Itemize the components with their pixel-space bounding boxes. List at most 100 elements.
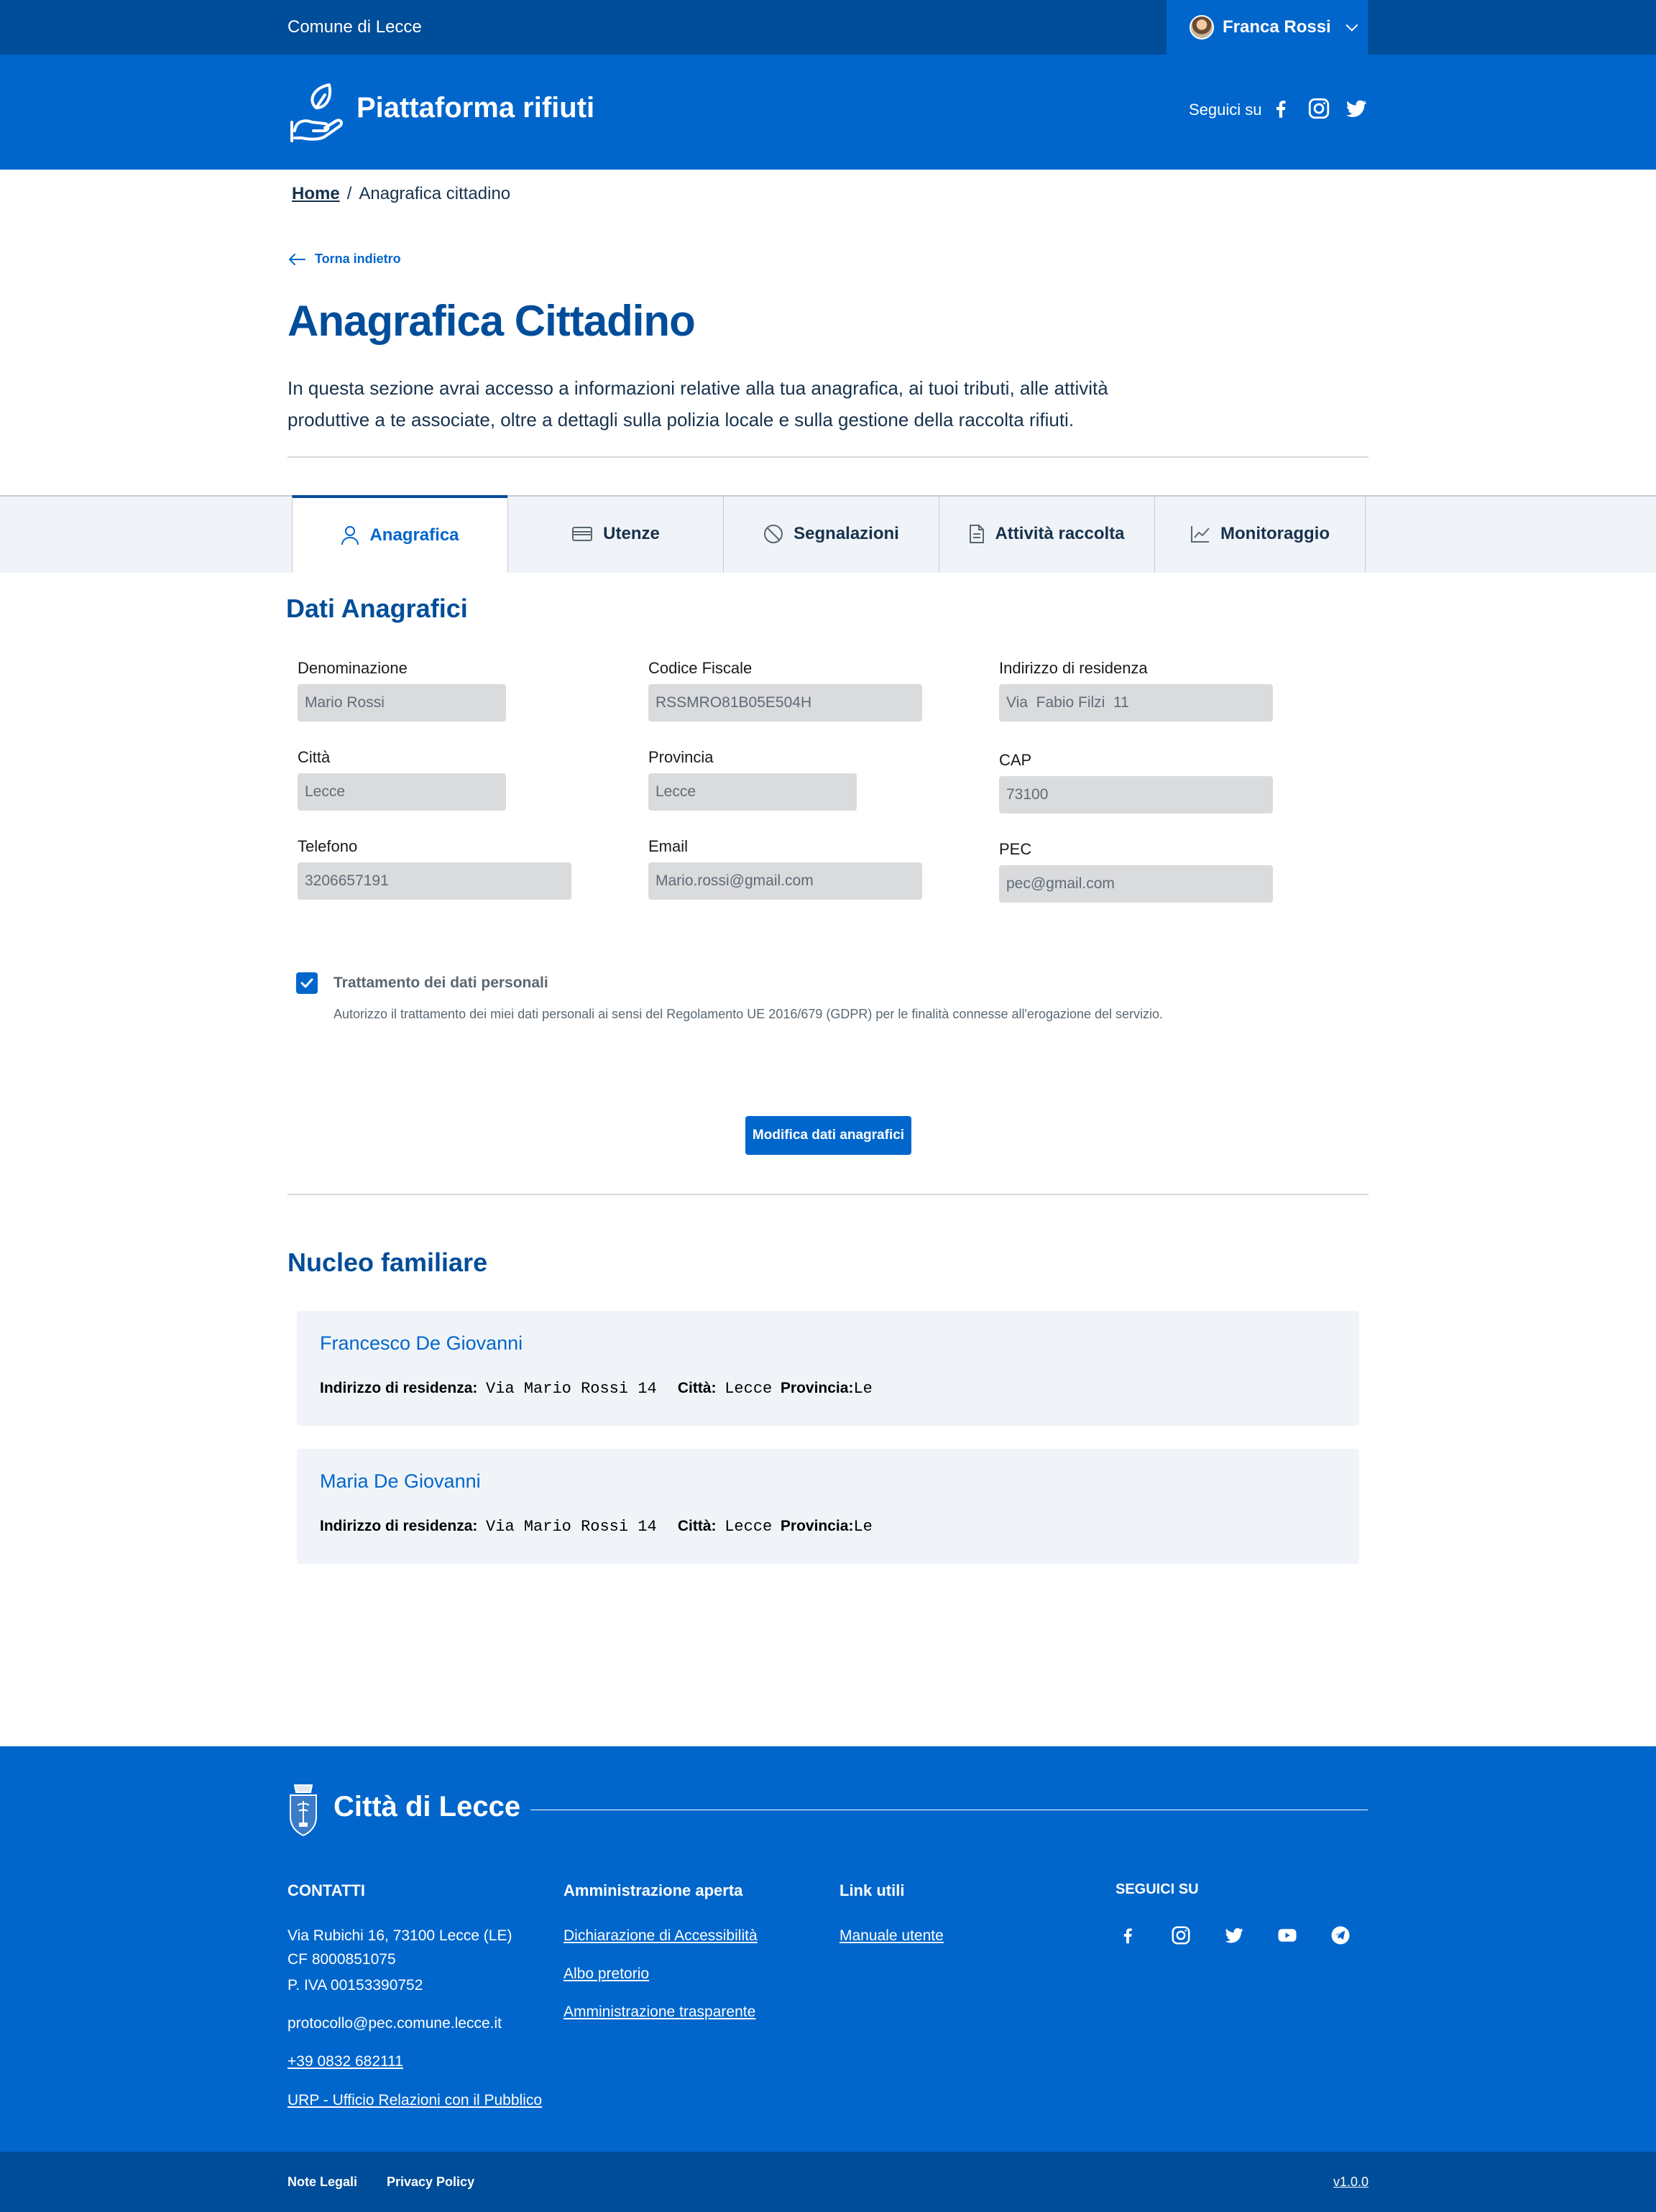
document-icon — [970, 525, 985, 543]
tab-utenze[interactable]: Utenze — [507, 495, 723, 573]
follow-label: Seguici su — [1189, 101, 1262, 119]
member-details: Indirizzo di residenza: Via Mario Rossi … — [320, 1380, 873, 1398]
back-link[interactable]: Torna indietro — [288, 252, 401, 267]
footer-bottom-bar: Note Legali Privacy Policy v1.0.0 — [0, 2152, 1656, 2212]
telegram-icon[interactable] — [1330, 1925, 1351, 1946]
telefono-input[interactable] — [298, 862, 571, 900]
version-link[interactable]: v1.0.0 — [1333, 2152, 1368, 2212]
org-name[interactable]: Comune di Lecce — [288, 0, 422, 55]
tab-attivita-raccolta[interactable]: Attività raccolta — [939, 495, 1154, 573]
citta-label: Città — [298, 748, 331, 766]
footer-link-accessibilita[interactable]: Dichiarazione di Accessibilità — [564, 1927, 758, 1945]
member-city: Lecce — [724, 1518, 773, 1536]
cap-input[interactable] — [999, 776, 1273, 814]
footer-title: Città di Lecce — [334, 1791, 521, 1822]
footer-address: Via Rubichi 16, 73100 Lecce (LE) — [288, 1927, 512, 1944]
footer-cf: CF 8000851075 — [288, 1951, 396, 1968]
tab-label: Anagrafica — [369, 525, 459, 545]
check-icon — [300, 978, 313, 988]
tab-monitoraggio[interactable]: Monitoraggio — [1154, 495, 1366, 573]
arrow-left-icon — [289, 253, 305, 265]
city-label: Città: — [677, 1518, 717, 1534]
footer-heading-link-utili: Link utili — [840, 1881, 905, 1899]
footer-heading-seguici: SEGUICI SU — [1116, 1881, 1199, 1897]
footer-heading-amministrazione: Amministrazione aperta — [564, 1881, 743, 1899]
citta-input[interactable] — [298, 773, 506, 811]
consent-checkbox[interactable] — [296, 972, 318, 994]
email-label: Email — [648, 837, 689, 855]
province-label: Provincia: — [780, 1380, 854, 1396]
codice-fiscale-input[interactable] — [648, 684, 922, 722]
member-address: Via Mario Rossi 14 — [486, 1380, 657, 1398]
footer-link-trasparente[interactable]: Amministrazione trasparente — [564, 2004, 755, 2021]
facebook-icon[interactable] — [1269, 96, 1293, 121]
footer-heading-contatti: CONTATTI — [288, 1881, 365, 1899]
member-province: Le — [853, 1518, 873, 1536]
member-name[interactable]: Francesco De Giovanni — [320, 1332, 523, 1355]
ban-icon — [764, 525, 783, 543]
codice-fiscale-label: Codice Fiscale — [648, 659, 753, 677]
indirizzo-input[interactable] — [999, 684, 1273, 722]
user-menu-button[interactable]: Franca Rossi — [1167, 0, 1368, 55]
instagram-icon[interactable] — [1170, 1925, 1192, 1946]
twitter-icon[interactable] — [1344, 96, 1368, 121]
user-name: Franca Rossi — [1223, 17, 1331, 37]
edit-personal-data-button[interactable]: Modifica dati anagrafici — [745, 1116, 911, 1155]
member-city: Lecce — [724, 1380, 773, 1398]
privacy-policy-link[interactable]: Privacy Policy — [387, 2152, 474, 2212]
address-label: Indirizzo di residenza: — [320, 1518, 478, 1534]
member-address: Via Mario Rossi 14 — [486, 1518, 657, 1536]
breadcrumb-home-link[interactable]: Home — [292, 184, 340, 203]
address-label: Indirizzo di residenza: — [320, 1380, 478, 1396]
denominazione-input[interactable] — [298, 684, 506, 722]
footer-link-manuale[interactable]: Manuale utente — [840, 1927, 944, 1945]
tab-label: Segnalazioni — [794, 524, 899, 543]
user-icon — [341, 526, 359, 545]
facebook-icon[interactable] — [1117, 1925, 1138, 1946]
page-lead: In questa sezione avrai accesso a inform… — [288, 377, 1108, 430]
footer-urp-link[interactable]: URP - Ufficio Relazioni con il Pubblico — [288, 2092, 542, 2109]
footer-link-albo[interactable]: Albo pretorio — [564, 1966, 649, 1983]
back-label: Torna indietro — [315, 252, 401, 266]
footer-pec: protocollo@pec.comune.lecce.it — [288, 2015, 502, 2032]
cap-label: CAP — [999, 751, 1032, 769]
twitter-icon[interactable] — [1223, 1925, 1245, 1946]
section-title-dati: Dati Anagrafici — [286, 594, 468, 623]
pec-label: PEC — [999, 840, 1032, 858]
tab-segnalazioni[interactable]: Segnalazioni — [723, 495, 939, 573]
leaf-hand-logo-icon[interactable] — [288, 79, 345, 144]
family-member-card: Francesco De Giovanni Indirizzo di resid… — [297, 1311, 1359, 1426]
consent-description: Autorizzo il trattamento dei miei dati p… — [334, 1007, 1164, 1021]
section-title-nucleo: Nucleo familiare — [288, 1248, 488, 1277]
member-province: Le — [853, 1380, 873, 1398]
tab-label: Utenze — [603, 524, 660, 543]
consent-title: Trattamento dei dati personali — [334, 974, 548, 991]
instagram-icon[interactable] — [1307, 96, 1331, 121]
tab-label: Monitoraggio — [1220, 524, 1330, 543]
email-input[interactable] — [648, 862, 922, 900]
city-label: Città: — [677, 1380, 717, 1396]
indirizzo-label: Indirizzo di residenza — [999, 659, 1148, 677]
telefono-label: Telefono — [298, 837, 358, 855]
province-label: Provincia: — [780, 1518, 854, 1534]
page-title: Anagrafica Cittadino — [288, 297, 696, 345]
family-member-card: Maria De Giovanni Indirizzo di residenza… — [297, 1449, 1359, 1564]
note-legali-link[interactable]: Note Legali — [288, 2152, 357, 2212]
denominazione-label: Denominazione — [298, 659, 408, 677]
tab-anagrafica[interactable]: Anagrafica — [292, 495, 507, 573]
member-name[interactable]: Maria De Giovanni — [320, 1470, 481, 1493]
chart-icon — [1191, 526, 1210, 543]
pec-input[interactable] — [999, 865, 1273, 903]
breadcrumb-current: Anagrafica cittadino — [359, 184, 511, 203]
brand-title[interactable]: Piattaforma rifiuti — [356, 92, 594, 124]
divider — [288, 456, 1368, 458]
divider — [288, 1194, 1368, 1195]
provincia-label: Provincia — [648, 748, 714, 766]
provincia-input[interactable] — [648, 773, 857, 811]
city-crest-icon — [290, 1784, 317, 1837]
footer-piva: P. IVA 00153390752 — [288, 1977, 423, 1994]
footer-phone-link[interactable]: +39 0832 682111 — [288, 2053, 403, 2070]
footer — [0, 1746, 1656, 2152]
youtube-icon[interactable] — [1276, 1925, 1298, 1946]
chevron-down-icon — [1346, 19, 1358, 32]
